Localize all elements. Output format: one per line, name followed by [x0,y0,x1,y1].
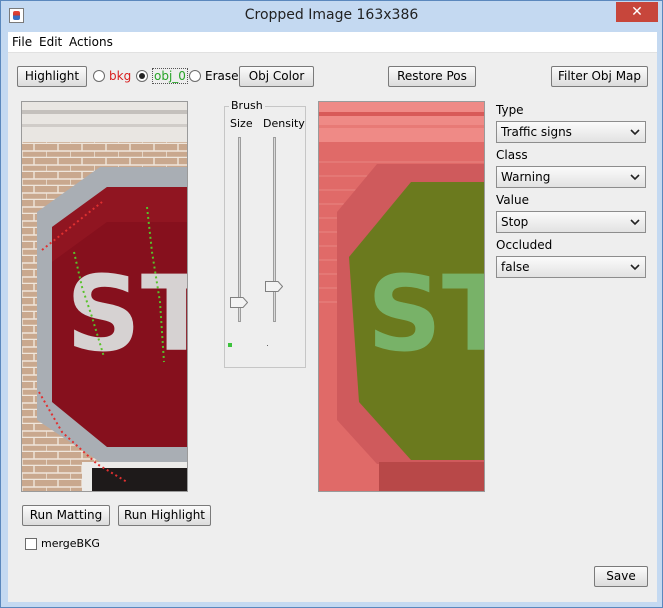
value-value: Stop [501,215,529,229]
mask-overlay-panel[interactable]: ST [318,101,485,492]
chevron-down-icon [630,129,640,136]
brush-title: Brush [229,99,265,112]
overlay-stop-text: ST [367,253,484,375]
class-label: Class [496,148,528,162]
merge-bkg-checkbox[interactable] [25,538,37,550]
menu-bar: File Edit Actions [8,32,657,53]
value-label: Value [496,193,529,207]
chevron-down-icon [630,264,640,271]
brush-density-preview-dot [267,345,268,346]
menu-actions[interactable]: Actions [69,35,113,49]
type-label: Type [496,103,524,117]
menu-edit[interactable]: Edit [39,35,62,49]
window-title: Cropped Image 163x386 [244,7,419,23]
chevron-down-icon [630,174,640,181]
type-value: Traffic signs [501,125,572,139]
app-window: Cropped Image 163x386 ✕ File Edit Action… [0,0,663,608]
title-bar[interactable]: Cropped Image 163x386 ✕ [1,1,662,32]
menu-file[interactable]: File [12,35,32,49]
brush-size-preview-dot [228,343,232,347]
radio-erase-label: Erase [205,69,239,83]
filter-obj-map-button[interactable]: Filter Obj Map [551,66,648,87]
radio-erase[interactable] [189,70,201,82]
client-area: File Edit Actions Highlight bkg obj_0 Er… [8,32,657,602]
stop-text: ST [66,253,187,375]
brush-density-slider-track[interactable] [273,137,276,322]
class-value: Warning [501,170,551,184]
source-image-panel[interactable]: ST [21,101,188,492]
brush-size-label: Size [230,117,253,130]
occluded-label: Occluded [496,238,553,252]
run-matting-button[interactable]: Run Matting [22,505,110,526]
radio-bkg[interactable] [93,70,105,82]
value-dropdown[interactable]: Stop [496,211,646,233]
brush-panel: Brush Size Density [224,99,306,368]
highlight-button[interactable]: Highlight [17,66,87,87]
chevron-down-icon [630,219,640,226]
radio-obj[interactable] [136,70,148,82]
stop-sign-photo: ST [22,102,187,491]
obj-color-button[interactable]: Obj Color [239,66,314,87]
brush-density-slider-thumb[interactable] [265,281,283,292]
type-dropdown[interactable]: Traffic signs [496,121,646,143]
brush-size-slider-thumb[interactable] [230,297,248,308]
occluded-dropdown[interactable]: false [496,256,646,278]
brush-size-slider-track[interactable] [238,137,241,322]
restore-pos-button[interactable]: Restore Pos [388,66,476,87]
class-dropdown[interactable]: Warning [496,166,646,188]
stop-sign-overlay: ST [319,102,484,491]
radio-obj-label: obj_0 [152,68,188,84]
run-highlight-button[interactable]: Run Highlight [118,505,211,526]
occluded-value: false [501,260,530,274]
save-button[interactable]: Save [594,566,648,587]
radio-bkg-label: bkg [109,69,132,83]
close-button[interactable]: ✕ [616,2,658,22]
brush-density-label: Density [263,117,305,130]
merge-bkg-label: mergeBKG [41,537,100,550]
